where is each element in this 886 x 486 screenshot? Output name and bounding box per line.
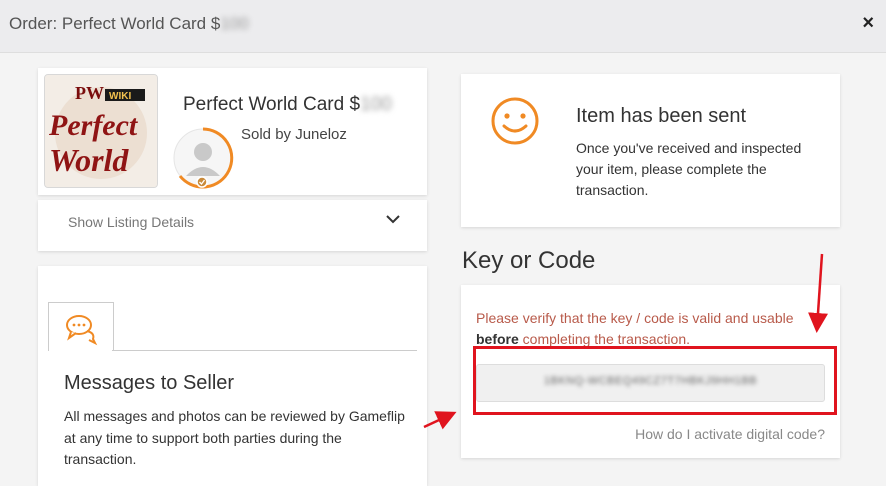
status-heading: Item has been sent <box>576 105 747 127</box>
avatar[interactable] <box>171 126 235 190</box>
annotation-highlight-box <box>473 346 837 415</box>
seller-name[interactable]: Sold by Juneloz <box>241 126 347 143</box>
messages-heading: Messages to Seller <box>64 372 235 394</box>
close-icon[interactable]: × <box>862 12 874 35</box>
tab-divider <box>112 350 417 351</box>
svg-text:World: World <box>49 142 129 178</box>
svg-text:WIKI: WIKI <box>109 91 131 102</box>
status-card: Item has been sent Once you've received … <box>461 74 840 227</box>
perfect-world-logo: PW WIKI Perfect World <box>45 75 157 187</box>
listing-details-label: Show Listing Details <box>68 214 195 230</box>
key-warning: Please verify that the key / code is val… <box>476 308 826 350</box>
status-description: Once you've received and inspected your … <box>576 140 802 198</box>
product-card: PW WIKI Perfect World Perfect World Card… <box>38 68 427 195</box>
seller-avatar-icon <box>173 127 234 189</box>
smiley-icon <box>491 97 539 145</box>
modal-header: Order: Perfect World Card $100 × <box>0 0 886 53</box>
key-warning-text-2: completing the transaction. <box>518 331 691 347</box>
svg-text:Perfect: Perfect <box>48 109 139 142</box>
product-name: Perfect World Card $100 <box>183 94 392 116</box>
modal-title-amount: 100 <box>220 14 249 33</box>
modal-title-text: Order: Perfect World Card $ <box>9 14 221 33</box>
annotation-arrow-right <box>423 411 457 430</box>
messages-description: All messages and photos can be reviewed … <box>64 408 405 467</box>
chevron-down-icon[interactable] <box>384 210 402 228</box>
product-name-amount: 100 <box>360 94 392 115</box>
activate-code-help-link[interactable]: How do I activate digital code? <box>635 426 825 442</box>
tab-messages[interactable] <box>48 302 114 351</box>
product-name-text: Perfect World Card $ <box>183 94 361 115</box>
show-listing-details[interactable]: Show Listing Details <box>38 200 427 251</box>
key-warning-bold: before <box>476 331 519 347</box>
key-warning-text-1: Please verify that the key / code is val… <box>476 310 794 326</box>
svg-text:PW: PW <box>75 83 104 103</box>
modal-title: Order: Perfect World Card $100 <box>9 14 249 34</box>
key-section-title: Key or Code <box>462 247 596 274</box>
messages-card: Messages to Seller All messages and phot… <box>38 266 427 486</box>
chat-bubbles-icon <box>66 315 98 346</box>
product-thumbnail: PW WIKI Perfect World <box>44 74 158 188</box>
